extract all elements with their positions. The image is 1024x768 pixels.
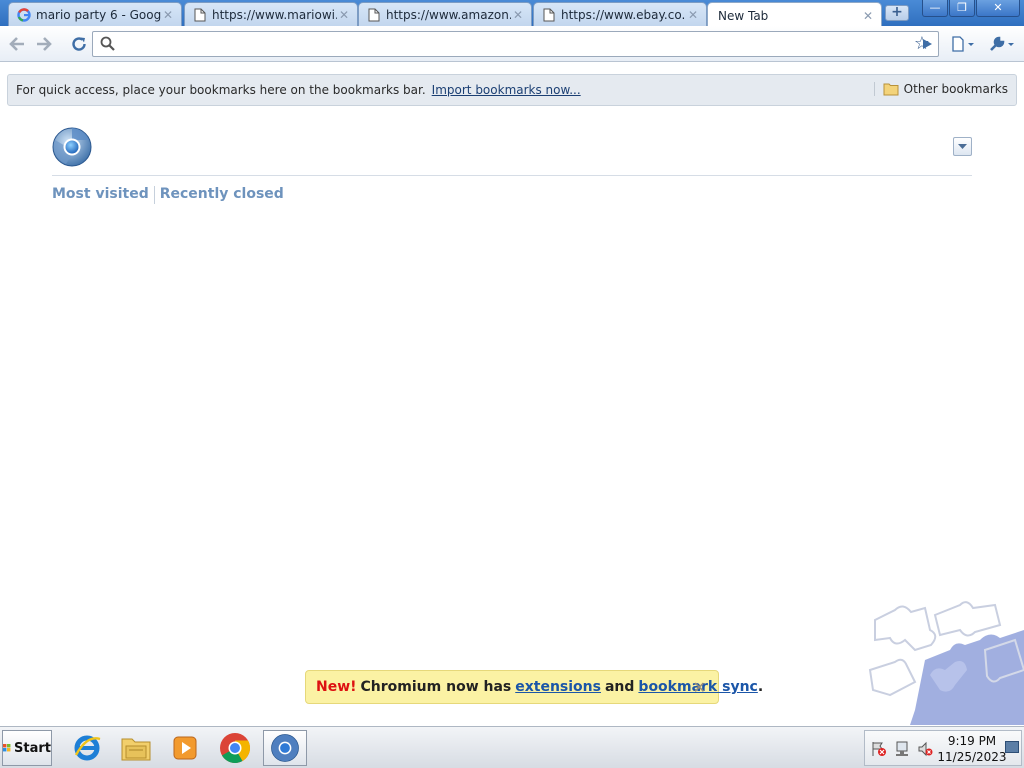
window-controls: — ❐ ✕ [921, 0, 1020, 17]
folder-icon [883, 83, 899, 96]
tab-new-tab[interactable]: New Tab ✕ [707, 2, 882, 28]
internet-explorer-icon[interactable] [65, 730, 109, 766]
system-tray: 9:19 PM 11/25/2023 [864, 730, 1022, 766]
clock-date: 11/25/2023 [937, 750, 1007, 764]
extensions-link[interactable]: extensions [515, 679, 601, 695]
omnibox-input[interactable] [121, 35, 881, 53]
search-icon [100, 36, 115, 51]
tab-title: New Tab [718, 8, 769, 23]
bookmarks-hint-text: For quick access, place your bookmarks h… [16, 83, 426, 97]
import-bookmarks-link[interactable]: Import bookmarks now... [432, 83, 581, 97]
chromium-taskbar-icon[interactable] [263, 730, 307, 766]
close-promo-icon[interactable]: ✕ [693, 678, 706, 697]
other-bookmarks-label: Other bookmarks [903, 82, 1008, 96]
page-icon [193, 8, 207, 22]
new-tab-button[interactable]: + [885, 5, 909, 21]
bookmarks-bar: For quick access, place your bookmarks h… [7, 74, 1017, 106]
promo-text: Chromium now has [360, 679, 512, 695]
other-bookmarks-button[interactable]: Other bookmarks [873, 82, 1008, 96]
tab-most-visited[interactable]: Most visited [52, 186, 149, 204]
browser-toolbar: ☆ [0, 26, 1024, 62]
tab-close-icon[interactable]: ✕ [861, 9, 875, 23]
ntp-options-menu-button[interactable] [953, 137, 972, 156]
start-label: Start [14, 740, 51, 756]
promo-and-text: and [604, 679, 635, 695]
minimize-button[interactable]: — [922, 0, 948, 17]
network-icon[interactable] [894, 741, 910, 757]
reload-button[interactable] [67, 32, 91, 56]
page-menu-button[interactable] [948, 32, 978, 56]
back-button[interactable] [5, 32, 29, 56]
ntp-divider [52, 175, 972, 176]
ntp-tab-separator [153, 186, 155, 204]
chrome-icon[interactable] [213, 730, 257, 766]
title-bar: mario party 6 - Googl... ✕ https://www.m… [0, 0, 1024, 28]
tab-close-icon[interactable]: ✕ [511, 8, 525, 22]
maximize-button[interactable]: ❐ [949, 0, 975, 17]
google-g-icon [17, 7, 31, 22]
file-explorer-icon[interactable] [114, 730, 158, 766]
puzzle-decoration-image [868, 601, 1024, 725]
promo-notification: New! Chromium now has extensions and boo… [305, 670, 763, 704]
tab-recently-closed[interactable]: Recently closed [160, 186, 284, 204]
ntp-section-tabs: Most visited Recently closed [52, 186, 284, 204]
tab-title: https://www.ebay.co... [561, 7, 686, 22]
page-icon [367, 8, 381, 22]
chromium-logo-icon [52, 127, 92, 167]
tab-title: https://www.mariowi... [212, 7, 337, 22]
promo-period: . [757, 679, 764, 695]
tab-close-icon[interactable]: ✕ [337, 8, 351, 22]
wrench-menu-button[interactable] [986, 32, 1018, 56]
forward-button[interactable] [32, 32, 56, 56]
address-bar[interactable]: ☆ [92, 31, 939, 57]
tab-close-icon[interactable]: ✕ [161, 8, 175, 22]
tab-google-search[interactable]: mario party 6 - Googl... ✕ [8, 2, 182, 26]
taskbar: Start 9:19 PM 11/25/2023 [0, 726, 1024, 768]
tab-mariowiki[interactable]: https://www.mariowi... ✕ [184, 2, 358, 26]
clock[interactable]: 9:19 PM 11/25/2023 [937, 733, 1007, 765]
media-player-icon[interactable] [163, 730, 207, 766]
page-icon [542, 8, 556, 22]
close-window-button[interactable]: ✕ [976, 0, 1020, 17]
tab-ebay[interactable]: https://www.ebay.co... ✕ [533, 2, 707, 26]
tab-title: mario party 6 - Googl... [36, 7, 161, 22]
show-desktop-icon[interactable] [1005, 741, 1019, 753]
volume-muted-icon[interactable] [917, 741, 933, 757]
promo-new-label: New! [316, 679, 357, 695]
tab-close-icon[interactable]: ✕ [686, 8, 700, 22]
windows-logo-icon [3, 743, 11, 752]
action-center-flag-icon[interactable] [871, 741, 887, 757]
page-action-play-icon[interactable] [915, 32, 939, 56]
tab-amazon[interactable]: https://www.amazon.... ✕ [358, 2, 532, 26]
start-button[interactable]: Start [2, 730, 52, 766]
chevron-down-icon [958, 143, 967, 149]
clock-time: 9:19 PM [947, 734, 997, 748]
tab-title: https://www.amazon.... [386, 7, 511, 22]
bookmarks-bar-message: For quick access, place your bookmarks h… [16, 83, 581, 97]
